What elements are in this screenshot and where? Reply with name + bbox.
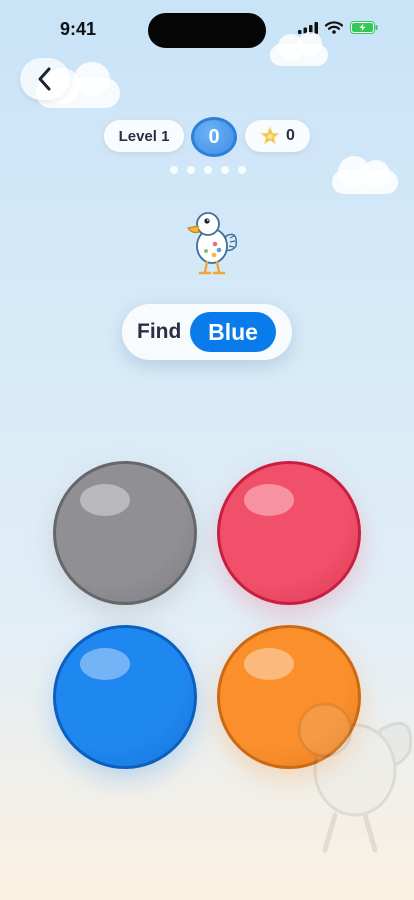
score-value: 0 (208, 125, 220, 148)
balloon-shine (244, 484, 294, 516)
balloon-shine (244, 648, 294, 680)
stars-badge: 0 (245, 120, 310, 152)
target-color-badge: Blue (190, 312, 276, 352)
progress-dot (204, 166, 212, 174)
cloud-decoration (270, 32, 328, 66)
target-color-label: Blue (208, 318, 258, 345)
stars-value: 0 (286, 127, 295, 144)
seagull-mascot (187, 212, 238, 275)
progress-dot (187, 166, 195, 174)
score-counter: 0 (191, 117, 237, 157)
level-label: Level 1 (118, 127, 170, 145)
balloon-pink[interactable] (217, 461, 361, 605)
battery-charging-icon (350, 21, 378, 34)
chevron-left-icon (38, 67, 51, 91)
color-prompt: Find Blue (122, 304, 292, 360)
progress-dots (170, 166, 246, 174)
prompt-label: Find (137, 320, 182, 343)
progress-dot (170, 166, 178, 174)
status-bar: 9:41 (0, 0, 414, 60)
star-icon (260, 126, 280, 145)
balloon-blue[interactable] (53, 625, 197, 769)
level-badge: Level 1 (104, 120, 184, 152)
progress-dot (238, 166, 246, 174)
progress-dot (221, 166, 229, 174)
background-mascot-watermark (297, 702, 413, 853)
balloon-shine (80, 648, 130, 680)
back-button[interactable] (20, 58, 70, 100)
dynamic-island (148, 13, 266, 48)
balloon-shine (80, 484, 130, 516)
game-hud: Level 1 0 0 (0, 117, 414, 157)
cloud-decoration (332, 154, 400, 194)
balloon-gray[interactable] (53, 461, 197, 605)
status-time: 9:41 (60, 19, 97, 39)
